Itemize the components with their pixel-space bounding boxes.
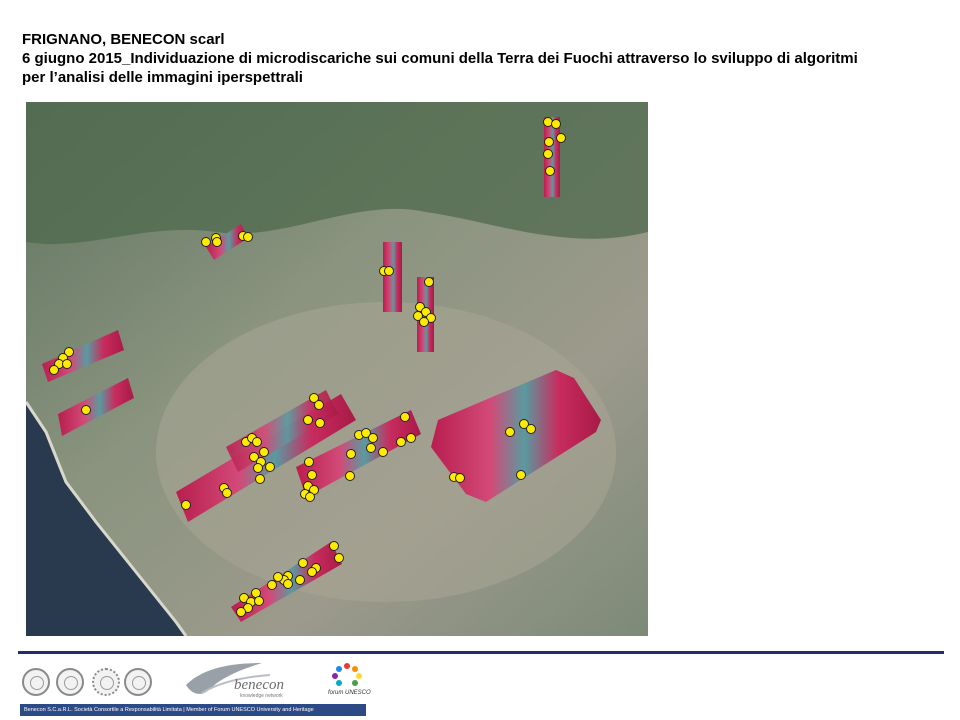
marker [400, 412, 410, 422]
seal-logo-1 [22, 668, 50, 696]
marker [516, 470, 526, 480]
seal-logo-2 [56, 668, 84, 696]
marker [222, 488, 232, 498]
marker [295, 575, 305, 585]
marker [243, 232, 253, 242]
marker [307, 567, 317, 577]
marker [396, 437, 406, 447]
marker [315, 418, 325, 428]
marker [283, 579, 293, 589]
marker [236, 607, 246, 617]
marker [455, 473, 465, 483]
footer-bar: Benecon S.C.a.R.L. Società Consortile a … [20, 704, 366, 716]
marker [212, 237, 222, 247]
marker [253, 463, 263, 473]
marker [298, 558, 308, 568]
marker [346, 449, 356, 459]
marker [419, 317, 429, 327]
seal-logo-3 [92, 668, 120, 696]
footer-rule [18, 651, 944, 654]
satellite-map [26, 102, 648, 636]
marker [265, 462, 275, 472]
marker [62, 359, 72, 369]
forum-unesco-logo: forum UNESCO [326, 660, 371, 702]
marker [81, 405, 91, 415]
marker [259, 447, 269, 457]
title-line-3: per l’analisi delle immagini iperspettra… [22, 69, 303, 86]
marker [366, 443, 376, 453]
marker [181, 500, 191, 510]
marker [368, 433, 378, 443]
forum-wordmark: forum UNESCO [328, 690, 371, 696]
title-line-2: 6 giugno 2015_Individuazione di microdis… [22, 50, 858, 67]
marker [252, 437, 262, 447]
marker [201, 237, 211, 247]
marker [273, 572, 283, 582]
benecon-wordmark: benecon [234, 677, 284, 693]
marker [49, 365, 59, 375]
marker [551, 119, 561, 129]
marker [378, 447, 388, 457]
forum-dots-icon [332, 663, 362, 686]
marker [314, 400, 324, 410]
marker [526, 424, 536, 434]
benecon-logo: benecon knowledge network [182, 655, 302, 701]
title-line-1: FRIGNANO, BENECON scarl [22, 31, 225, 48]
marker [334, 553, 344, 563]
map-svg [26, 102, 648, 636]
marker [384, 266, 394, 276]
marker [556, 133, 566, 143]
marker [543, 149, 553, 159]
marker [304, 457, 314, 467]
marker [424, 277, 434, 287]
marker [305, 492, 315, 502]
marker [254, 596, 264, 606]
seal-logo-4 [124, 668, 152, 696]
marker [544, 137, 554, 147]
marker [267, 580, 277, 590]
slide-title: FRIGNANO, BENECON scarl 6 giugno 2015_In… [22, 30, 942, 87]
marker [307, 470, 317, 480]
marker [505, 427, 515, 437]
benecon-tagline: knowledge network [240, 693, 283, 699]
marker [255, 474, 265, 484]
marker [406, 433, 416, 443]
marker [303, 415, 313, 425]
strip-center-1 [383, 242, 402, 312]
marker [345, 471, 355, 481]
marker [329, 541, 339, 551]
marker [545, 166, 555, 176]
